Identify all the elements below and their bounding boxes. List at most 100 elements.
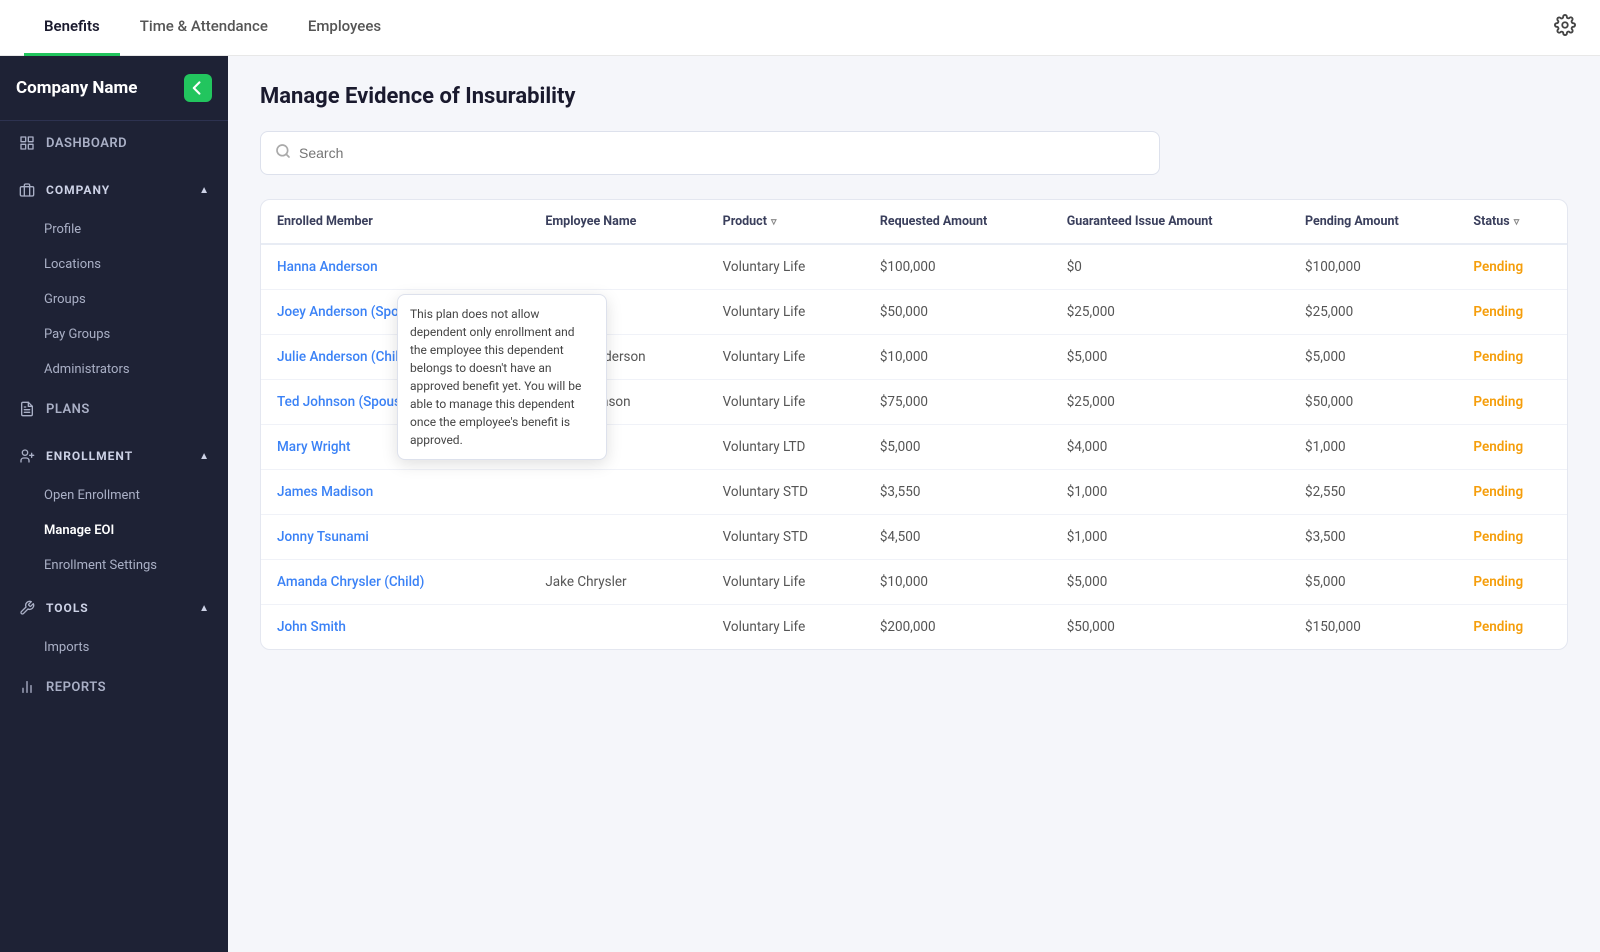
sidebar-item-plans[interactable]: PLANS	[0, 387, 228, 431]
cell-pending-amount-0: $100,000	[1289, 244, 1457, 290]
member-link-7[interactable]: Amanda Chrysler (Child)	[277, 574, 424, 590]
cell-product-0: Voluntary Life	[707, 244, 864, 290]
sidebar-sub-open-enrollment[interactable]: Open Enrollment	[0, 478, 228, 513]
chevron-up-icon: ▲	[199, 603, 210, 614]
sidebar-sub-enrollment-settings[interactable]: Enrollment Settings	[0, 548, 228, 583]
main-content: Manage Evidence of Insurability Enrolled…	[228, 56, 1600, 952]
reports-icon	[18, 678, 36, 696]
cell-pending-amount-1: $25,000	[1289, 290, 1457, 335]
tooltip-box-1: This plan does not allow dependent only …	[397, 294, 607, 460]
table-row: Jonny TsunamiVoluntary STD$4,500$1,000$3…	[261, 515, 1567, 560]
col-header-status[interactable]: Status▿	[1457, 200, 1567, 244]
cell-product-6: Voluntary STD	[707, 515, 864, 560]
sidebar-sub-administrators[interactable]: Administrators	[0, 352, 228, 387]
sidebar-item-dashboard[interactable]: DASHBOARD	[0, 121, 228, 165]
cell-guaranteed-issue-1: $25,000	[1051, 290, 1289, 335]
sidebar-sub-manage-eoi[interactable]: Manage EOI	[0, 513, 228, 548]
table-row: James MadisonVoluntary STD$3,550$1,000$2…	[261, 470, 1567, 515]
sidebar-section-company[interactable]: COMPANY ▲	[0, 165, 228, 212]
cell-status-4: Pending	[1457, 425, 1567, 470]
col-header-employee_name: Employee Name	[529, 200, 706, 244]
top-nav: BenefitsTime & AttendanceEmployees	[0, 0, 1600, 56]
sidebar-sub-groups[interactable]: Groups	[0, 282, 228, 317]
cell-guaranteed-issue-8: $50,000	[1051, 605, 1289, 650]
top-nav-tabs: BenefitsTime & AttendanceEmployees	[24, 0, 1554, 56]
table-row: Hanna AndersonVoluntary Life$100,000$0$1…	[261, 244, 1567, 290]
main-layout: Company Name DASHBOARD COMPANY ▲ ProfileLoc…	[0, 56, 1600, 952]
col-header-enrolled_member: Enrolled Member	[261, 200, 529, 244]
cell-guaranteed-issue-2: $5,000	[1051, 335, 1289, 380]
cell-employee-name-5	[529, 470, 706, 515]
cell-status-2: Pending	[1457, 335, 1567, 380]
sidebar-sub-locations[interactable]: Locations	[0, 247, 228, 282]
gear-icon[interactable]	[1554, 14, 1576, 41]
cell-pending-amount-7: $5,000	[1289, 560, 1457, 605]
cell-product-8: Voluntary Life	[707, 605, 864, 650]
table-row: Amanda Chrysler (Child)Jake ChryslerVolu…	[261, 560, 1567, 605]
filter-icon-status[interactable]: ▿	[1514, 215, 1520, 228]
cell-pending-amount-6: $3,500	[1289, 515, 1457, 560]
cell-guaranteed-issue-3: $25,000	[1051, 380, 1289, 425]
page-title: Manage Evidence of Insurability	[260, 84, 1568, 109]
col-header-requested_amount: Requested Amount	[864, 200, 1051, 244]
cell-pending-amount-4: $1,000	[1289, 425, 1457, 470]
sidebar-sub-profile[interactable]: Profile	[0, 212, 228, 247]
chevron-up-icon: ▲	[199, 451, 210, 462]
cell-employee-name-8	[529, 605, 706, 650]
member-link-2[interactable]: Julie Anderson (Child)	[277, 349, 411, 365]
cell-status-3: Pending	[1457, 380, 1567, 425]
cell-employee-name-7: Jake Chrysler	[529, 560, 706, 605]
sidebar-item-label-plans: PLANS	[46, 402, 90, 417]
sidebar-item-reports[interactable]: REPORTS	[0, 665, 228, 709]
member-link-8[interactable]: John Smith	[277, 619, 346, 635]
sidebar-sub-imports[interactable]: Imports	[0, 630, 228, 665]
filter-icon-product[interactable]: ▿	[771, 215, 777, 228]
plans-icon	[18, 400, 36, 418]
member-link-4[interactable]: Mary Wright	[277, 439, 351, 455]
cell-enrolled-member-7: Amanda Chrysler (Child)	[261, 560, 529, 605]
sidebar-company: Company Name	[0, 56, 228, 121]
top-nav-tab-time-&-attendance[interactable]: Time & Attendance	[120, 0, 288, 56]
member-link-3[interactable]: Ted Johnson (Spouse)	[277, 394, 413, 410]
cell-status-0: Pending	[1457, 244, 1567, 290]
col-header-pending_amount: Pending Amount	[1289, 200, 1457, 244]
cell-guaranteed-issue-6: $1,000	[1051, 515, 1289, 560]
cell-status-7: Pending	[1457, 560, 1567, 605]
cell-status-1: Pending	[1457, 290, 1567, 335]
search-bar	[260, 131, 1160, 175]
member-link-0[interactable]: Hanna Anderson	[277, 259, 378, 275]
cell-guaranteed-issue-7: $5,000	[1051, 560, 1289, 605]
cell-status-6: Pending	[1457, 515, 1567, 560]
top-nav-tab-benefits[interactable]: Benefits	[24, 0, 120, 56]
search-input[interactable]	[299, 145, 1145, 161]
col-header-guaranteed_issue_amount: Guaranteed Issue Amount	[1051, 200, 1289, 244]
cell-guaranteed-issue-0: $0	[1051, 244, 1289, 290]
tools-icon	[18, 599, 36, 617]
sidebar-sub-pay-groups[interactable]: Pay Groups	[0, 317, 228, 352]
member-link-6[interactable]: Jonny Tsunami	[277, 529, 369, 545]
sidebar-section-tools[interactable]: TOOLS ▲	[0, 583, 228, 630]
cell-requested-amount-0: $100,000	[864, 244, 1051, 290]
cell-requested-amount-5: $3,550	[864, 470, 1051, 515]
sidebar-section-enrollment[interactable]: ENROLLMENT▲	[0, 431, 228, 478]
cell-product-5: Voluntary STD	[707, 470, 864, 515]
cell-enrolled-member-5: James Madison	[261, 470, 529, 515]
sidebar-navigation: DASHBOARDCOMPANY▲ProfileLocationsGroupsP…	[0, 121, 228, 709]
cell-enrolled-member-0: Hanna Anderson	[261, 244, 529, 290]
company-name: Company Name	[16, 78, 184, 98]
chevron-up-icon: ▲	[199, 185, 210, 196]
cell-employee-name-0	[529, 244, 706, 290]
cell-enrolled-member-1: Joey Anderson (Spouse)iThis plan does no…	[261, 290, 529, 335]
sidebar-section-label-tools: TOOLS	[46, 601, 89, 615]
cell-requested-amount-2: $10,000	[864, 335, 1051, 380]
sidebar-collapse-button[interactable]	[184, 74, 212, 102]
sidebar: Company Name DASHBOARD COMPANY ▲ ProfileLoc…	[0, 56, 228, 952]
sidebar-item-label-reports: REPORTS	[46, 680, 106, 695]
table-row: John SmithVoluntary Life$200,000$50,000$…	[261, 605, 1567, 650]
member-link-5[interactable]: James Madison	[277, 484, 373, 500]
top-nav-tab-employees[interactable]: Employees	[288, 0, 401, 56]
sidebar-section-label-company: COMPANY	[46, 183, 110, 197]
col-header-product[interactable]: Product▿	[707, 200, 864, 244]
eoi-table: Enrolled MemberEmployee NameProduct▿Requ…	[260, 199, 1568, 650]
cell-status-5: Pending	[1457, 470, 1567, 515]
